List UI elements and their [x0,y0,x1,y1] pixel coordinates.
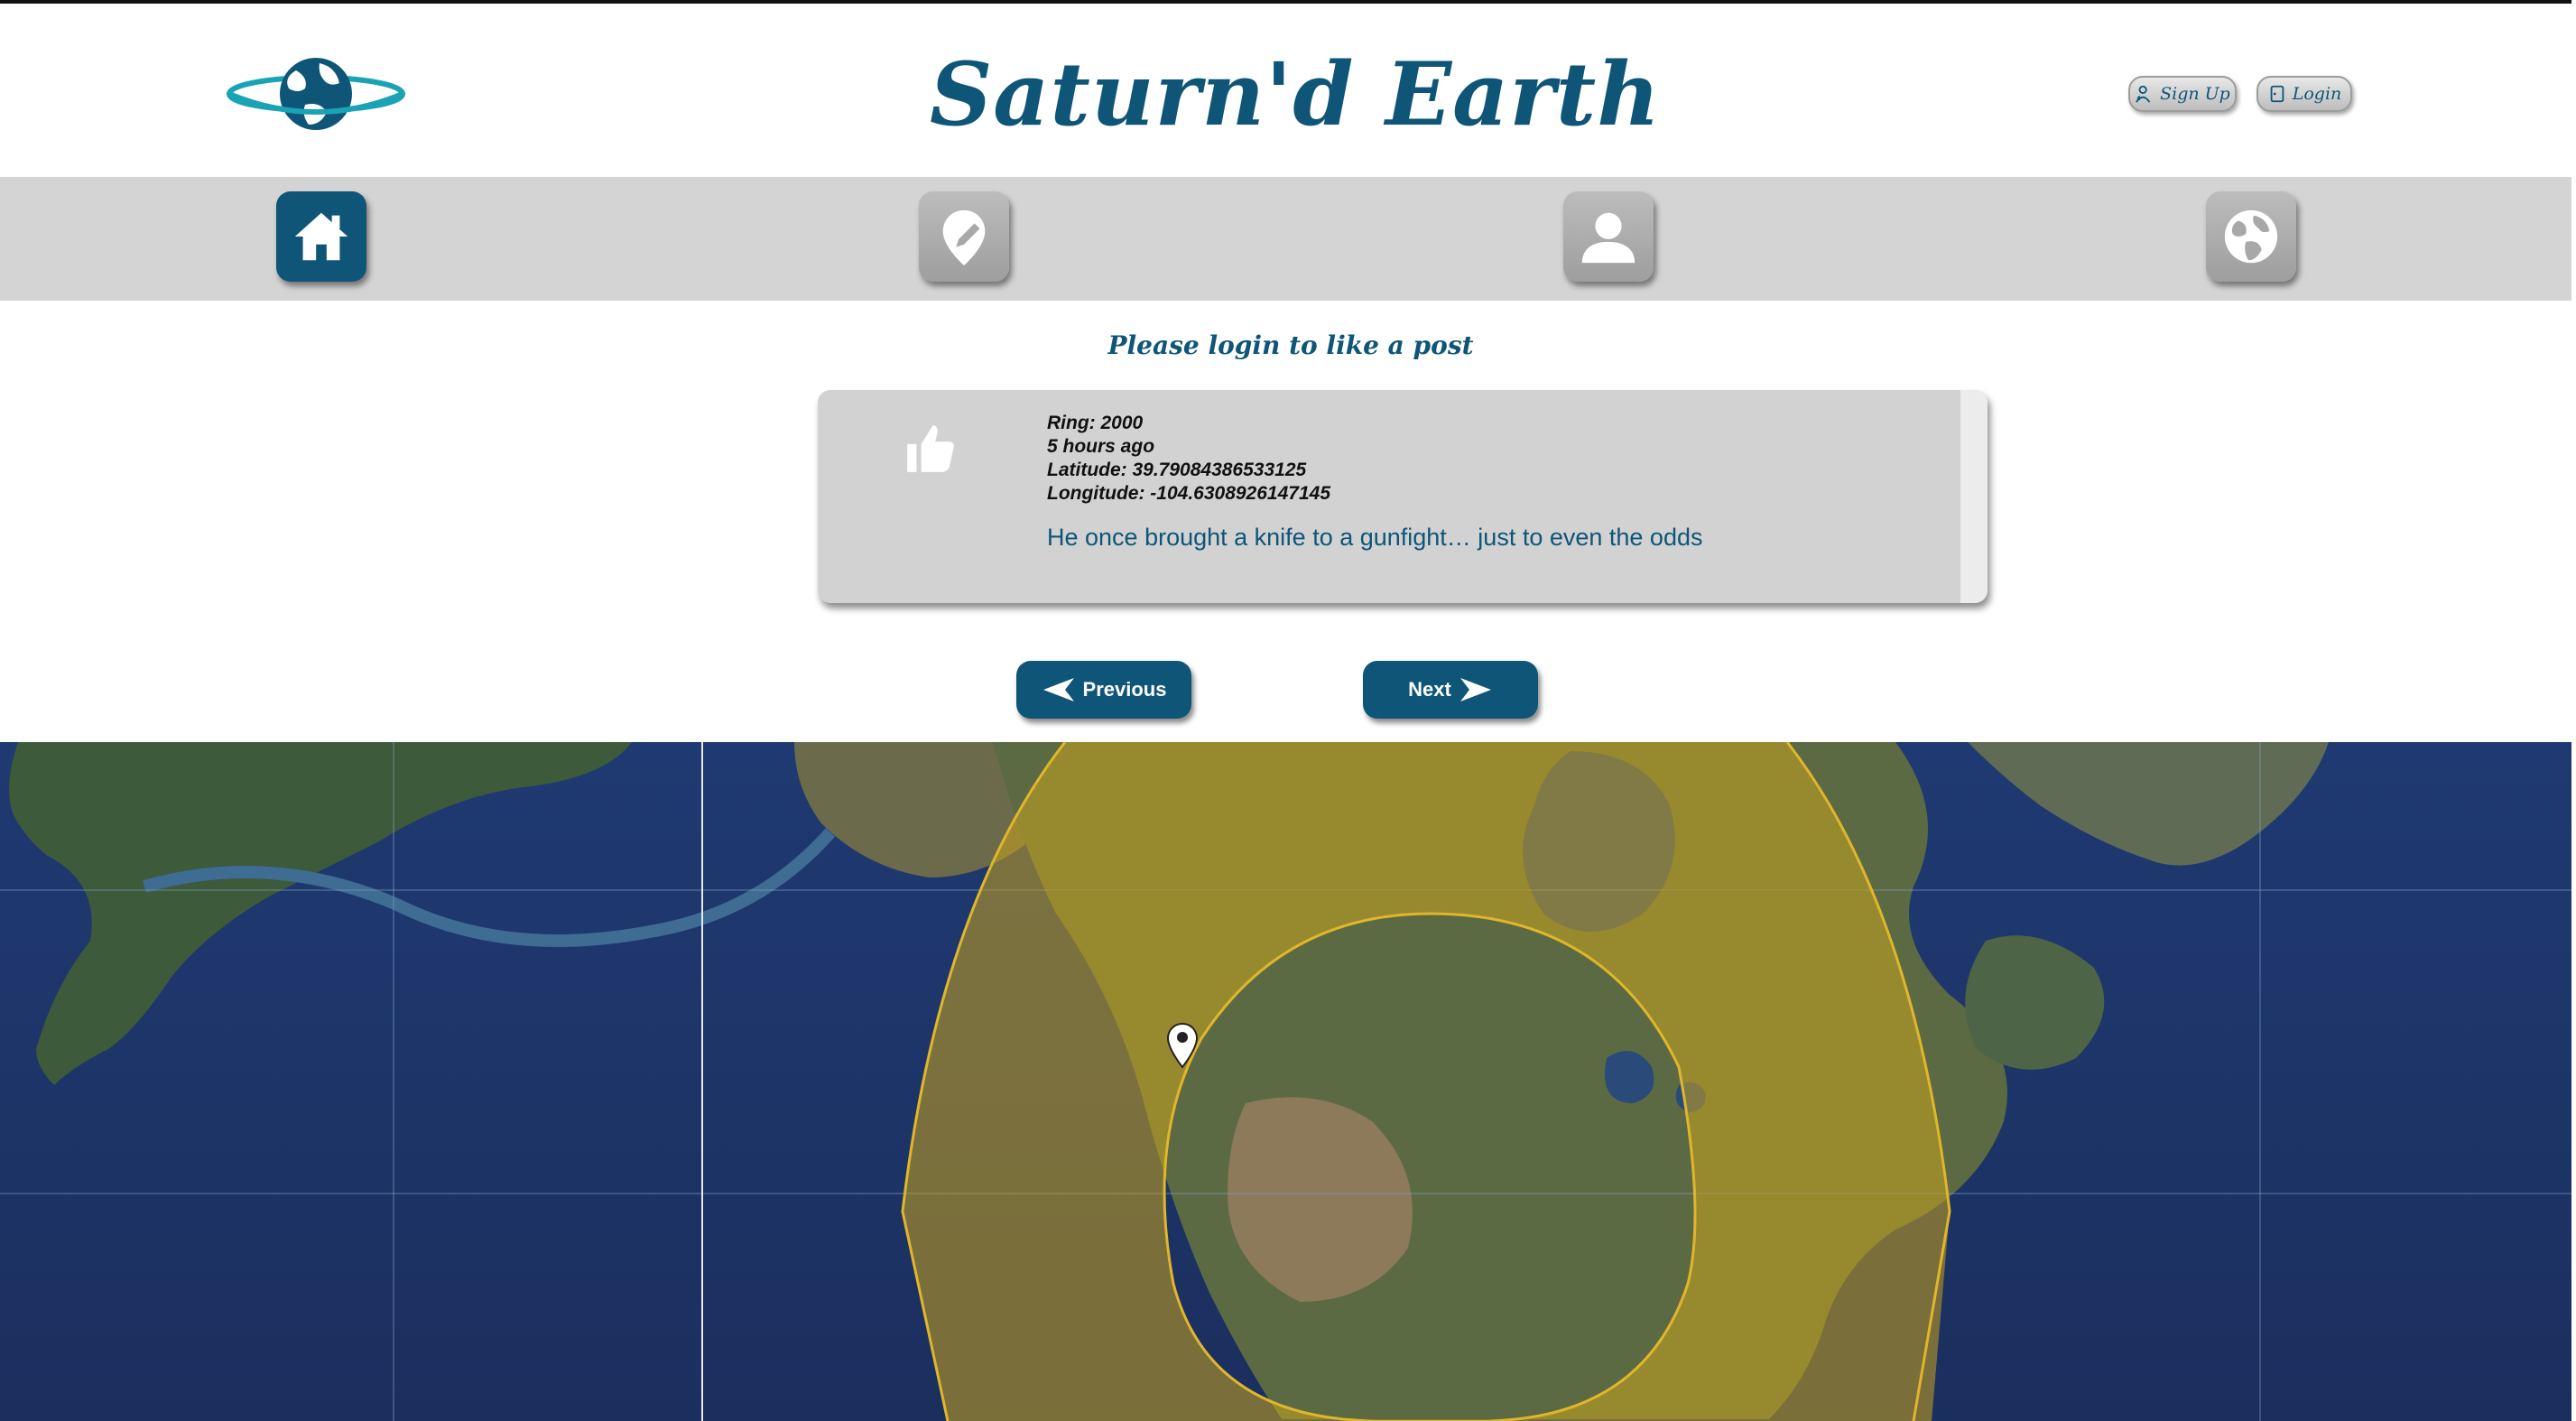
right-edge [2571,0,2576,749]
thumbs-up-icon[interactable] [903,421,959,477]
map-canvas [0,742,2571,1421]
sign-up-label: Sign Up [2160,84,2230,104]
nav-profile-button[interactable] [1563,191,1654,282]
nav-post-button[interactable] [919,191,1009,282]
site-title: Saturn'd Earth [929,43,1662,145]
top-border [0,0,2576,4]
globe-icon [2224,209,2278,264]
door-icon [2270,85,2284,103]
login-button[interactable]: Login [2256,76,2352,112]
post-text: He once brought a knife to a gunfight… j… [1047,524,1703,551]
add-user-icon [2136,85,2151,103]
post-latitude: Latitude: 39.79084386533125 [1047,460,1307,480]
post-ring: Ring: 2000 [1047,413,1144,433]
sign-up-button[interactable]: Sign Up [2128,76,2237,112]
home-icon [294,212,348,261]
post-card-scrollbar[interactable] [1960,390,1988,603]
arrow-left-icon [1042,678,1074,701]
location-edit-icon [942,209,986,266]
previous-button[interactable]: Previous [1016,661,1191,719]
next-button[interactable]: Next [1363,661,1538,719]
user-icon [1581,212,1635,264]
post-time: 5 hours ago [1047,436,1155,457]
next-label: Next [1408,678,1451,701]
login-prompt: Please login to like a post [1107,330,1474,360]
previous-label: Previous [1082,678,1167,701]
nav-bar [0,177,2571,301]
satellite-map[interactable] [0,742,2571,1421]
post-longitude: Longitude: -104.6308926147145 [1047,483,1330,504]
nav-globe-button[interactable] [2206,191,2296,282]
nav-home-button[interactable] [276,191,366,282]
post-card [818,390,1988,603]
login-label: Login [2292,84,2342,104]
ringed-globe-logo [227,58,405,130]
arrow-right-icon [1459,678,1491,701]
